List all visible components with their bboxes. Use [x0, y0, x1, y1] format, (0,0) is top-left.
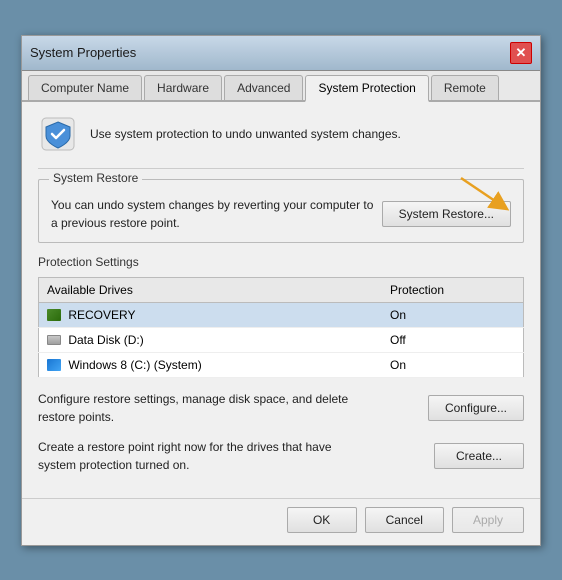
separator-1 — [38, 168, 524, 169]
configure-text: Configure restore settings, manage disk … — [38, 390, 368, 426]
drive-protection: Off — [382, 327, 524, 352]
configure-row: Configure restore settings, manage disk … — [38, 390, 524, 426]
close-button[interactable]: ✕ — [510, 42, 532, 64]
create-text: Create a restore point right now for the… — [38, 438, 368, 474]
system-restore-section: System Restore You can undo system chang… — [38, 179, 524, 243]
col-drives: Available Drives — [39, 277, 382, 302]
hdd-drive-icon — [47, 335, 61, 345]
cancel-button[interactable]: Cancel — [365, 507, 444, 533]
configure-button[interactable]: Configure... — [428, 395, 524, 421]
drive-protection: On — [382, 302, 524, 327]
drives-table: Available Drives Protection RECOVERY On … — [38, 277, 524, 378]
tab-computer-name[interactable]: Computer Name — [28, 75, 142, 100]
header-description: Use system protection to undo unwanted s… — [90, 127, 401, 141]
tab-hardware[interactable]: Hardware — [144, 75, 222, 100]
drive-protection: On — [382, 352, 524, 377]
drive-name: Data Disk (D:) — [39, 327, 382, 352]
header-section: Use system protection to undo unwanted s… — [38, 114, 524, 154]
window-title: System Properties — [30, 45, 136, 60]
drive-name: RECOVERY — [39, 302, 382, 327]
col-protection: Protection — [382, 277, 524, 302]
table-row[interactable]: Windows 8 (C:) (System) On — [39, 352, 524, 377]
system-restore-button[interactable]: System Restore... — [382, 201, 511, 227]
drive-name: Windows 8 (C:) (System) — [39, 352, 382, 377]
title-bar: System Properties ✕ — [22, 36, 540, 71]
system-restore-button-container: System Restore... — [382, 201, 511, 227]
system-restore-label: System Restore — [49, 171, 142, 185]
table-row[interactable]: Data Disk (D:) Off — [39, 327, 524, 352]
protection-settings-label: Protection Settings — [38, 255, 524, 269]
bottom-button-bar: OK Cancel Apply — [22, 498, 540, 545]
table-row[interactable]: RECOVERY On — [39, 302, 524, 327]
windows-drive-icon — [47, 359, 61, 371]
system-restore-text: You can undo system changes by reverting… — [51, 196, 381, 232]
tab-system-protection[interactable]: System Protection — [305, 75, 428, 102]
create-row: Create a restore point right now for the… — [38, 438, 524, 474]
apply-button[interactable]: Apply — [452, 507, 524, 533]
ok-button[interactable]: OK — [287, 507, 357, 533]
tab-bar: Computer Name Hardware Advanced System P… — [22, 71, 540, 102]
recovery-drive-icon — [47, 309, 61, 321]
create-button[interactable]: Create... — [434, 443, 524, 469]
tab-advanced[interactable]: Advanced — [224, 75, 303, 100]
system-properties-window: System Properties ✕ Computer Name Hardwa… — [21, 35, 541, 546]
tab-content: Use system protection to undo unwanted s… — [22, 102, 540, 498]
tab-remote[interactable]: Remote — [431, 75, 499, 100]
system-restore-inner: You can undo system changes by reverting… — [51, 190, 511, 232]
shield-icon — [38, 114, 78, 154]
